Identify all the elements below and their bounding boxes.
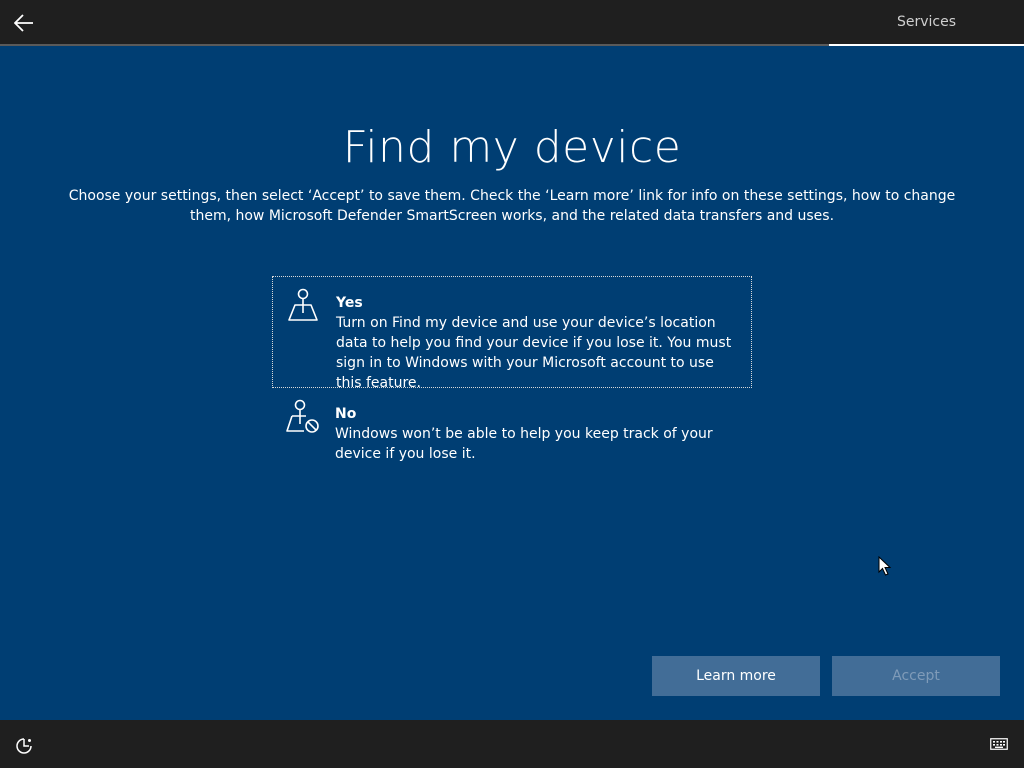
top-bar: Services [0,0,1024,46]
arrow-left-icon [14,14,33,32]
map-pin-blocked-icon [286,399,319,433]
main-panel: Find my device Choose your settings, the… [0,46,1024,720]
tab-services-label: Services [896,14,957,30]
accept-button[interactable]: Accept [832,656,1000,696]
map-pin-icon [288,288,318,321]
page-subtitle: Choose your settings, then select ‘Accep… [68,188,956,224]
option-no[interactable]: No Windows won’t be able to help you kee… [272,388,752,478]
ease-of-access-icon[interactable] [14,736,34,756]
option-yes-description: Turn on Find my device and use your devi… [336,315,732,391]
keyboard-icon[interactable] [990,737,1008,751]
option-no-description: Windows won’t be able to help you keep t… [335,426,713,462]
option-yes-label: Yes [336,295,363,311]
option-no-label: No [335,406,357,422]
tab-services: Services [829,0,1024,46]
back-button[interactable] [10,9,38,37]
bottom-bar [0,720,1024,768]
mouse-cursor-icon [878,556,892,576]
option-yes[interactable]: Yes Turn on Find my device and use your … [272,276,752,391]
page-title: Find my device [342,122,682,173]
learn-more-button[interactable]: Learn more [652,656,820,696]
